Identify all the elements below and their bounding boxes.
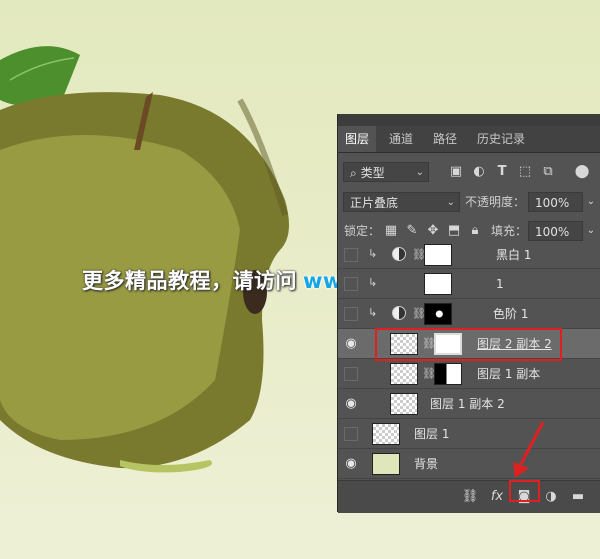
layer-thumbnail [372,423,400,445]
filter-toggle-icon[interactable]: ⬤ [574,162,590,182]
highlight-selected-layer [375,328,562,361]
layer-row-bw[interactable]: ↳ ⛓ 黑白 1 [338,241,600,269]
smart-object-thumbnail [390,393,418,415]
panel-header [338,114,600,126]
layer-row-layer1[interactable]: 图层 1 [338,419,600,449]
clip-arrow-icon: ↳ [368,247,378,260]
visibility-toggle[interactable] [344,427,358,441]
mask-thumbnail [434,363,462,385]
highlight-mask-button [509,480,540,502]
opacity-dropdown-icon[interactable]: ⌄ [583,192,599,212]
fx-icon[interactable]: fx [488,489,506,504]
layer-name: 图层 1 [414,427,450,441]
search-icon: ⌕ [350,166,357,180]
shape-filter-icon[interactable]: ⬚ [517,162,533,182]
folder-icon[interactable]: ▬ [569,489,587,504]
panel-bottom-bar: ⛓ fx ◙ ◑ ▬ [338,480,600,513]
visibility-toggle[interactable] [344,277,358,291]
lock-move-icon[interactable]: ✥ [425,221,441,241]
filter-row: ⌕ 类型 ⌄ ▣ ◐ T ⬚ ⧉ ⬤ [338,160,600,190]
filter-kind-value: 类型 [360,166,385,180]
layer-row-layer1-copy[interactable]: ⛓ 图层 1 副本 [338,359,600,389]
layer-name: 1 [496,277,504,291]
clip-arrow-icon: ↳ [368,276,378,289]
layer-name: 背景 [414,457,439,471]
blend-row: 正片叠底 ⌄ 不透明度： 100% ⌄ [338,190,600,220]
eye-icon[interactable]: ◉ [344,397,358,411]
adjustment-icon [392,247,406,261]
filter-kind-select[interactable]: ⌕ 类型 ⌄ [343,162,429,182]
layer-name: 图层 1 副本 2 [430,397,505,411]
fill-label: 填充： [491,224,528,238]
type-filter-icon[interactable]: T [494,162,510,182]
clip-arrow-icon: ↳ [368,306,378,319]
visibility-toggle[interactable] [344,367,358,381]
opacity-input[interactable]: 100% [528,192,583,212]
red-arrow [513,421,545,478]
tab-layers[interactable]: 图层 [338,126,377,152]
lock-artboard-icon[interactable]: ⬒ [446,221,462,241]
watermark-text: 更多精品教程，请访问 [82,269,297,293]
mask-thumbnail [424,273,452,295]
layer-name: 色阶 1 [493,307,529,321]
layer-thumbnail [390,363,418,385]
opacity-label: 不透明度： [465,195,526,209]
fill-dropdown-icon[interactable]: ⌄ [583,221,599,241]
lock-all-icon[interactable]: 🔒︎ [467,221,483,241]
visibility-toggle[interactable] [344,248,358,262]
layer-row-layer1-copy2[interactable]: ◉ 图层 1 副本 2 [338,389,600,419]
blend-mode-value: 正片叠底 [350,196,399,210]
chevron-down-icon: ⌄ [415,167,424,178]
lock-transparent-icon[interactable]: ▦ [383,221,399,241]
fill-value: 100% [535,225,570,239]
lock-label: 锁定： [344,224,381,238]
chevron-down-icon: ⌄ [446,197,455,208]
opacity-value: 100% [535,196,570,210]
adjustment-layer-icon[interactable]: ◑ [542,489,560,504]
panel-tabs: 图层 通道 路径 历史记录 [338,126,600,153]
link-icon[interactable]: ⛓ [461,489,479,504]
tab-paths[interactable]: 路径 [426,126,464,152]
eye-icon[interactable]: ◉ [344,457,358,471]
layer-row-levels[interactable]: ↳ ⛓ 色阶 1 [338,299,600,329]
visibility-toggle[interactable] [344,307,358,321]
adjustment-icon [392,306,406,320]
image-filter-icon[interactable]: ▣ [448,162,464,182]
layer-row-1[interactable]: ↳ 1 [338,269,600,299]
blend-mode-select[interactable]: 正片叠底 ⌄ [343,192,460,212]
layer-row-background[interactable]: ◉ 背景 [338,449,600,479]
layer-thumbnail [372,453,400,475]
layers-panel: 图层 通道 路径 历史记录 ⌕ 类型 ⌄ ▣ ◐ T ⬚ ⧉ ⬤ 正片叠底 ⌄ … [337,114,600,513]
fill-input[interactable]: 100% [528,221,583,241]
layer-name: 黑白 1 [496,248,532,262]
layer-name: 图层 1 副本 [477,367,541,381]
lock-paint-icon[interactable]: ✎ [404,221,420,241]
tab-history[interactable]: 历史记录 [470,126,532,152]
eye-icon[interactable]: ◉ [344,337,358,351]
smart-object-filter-icon[interactable]: ⧉ [540,162,556,182]
mask-thumbnail [424,303,452,325]
adjustment-filter-icon[interactable]: ◐ [471,162,487,182]
tab-channels[interactable]: 通道 [382,126,420,152]
mask-thumbnail [424,244,452,266]
